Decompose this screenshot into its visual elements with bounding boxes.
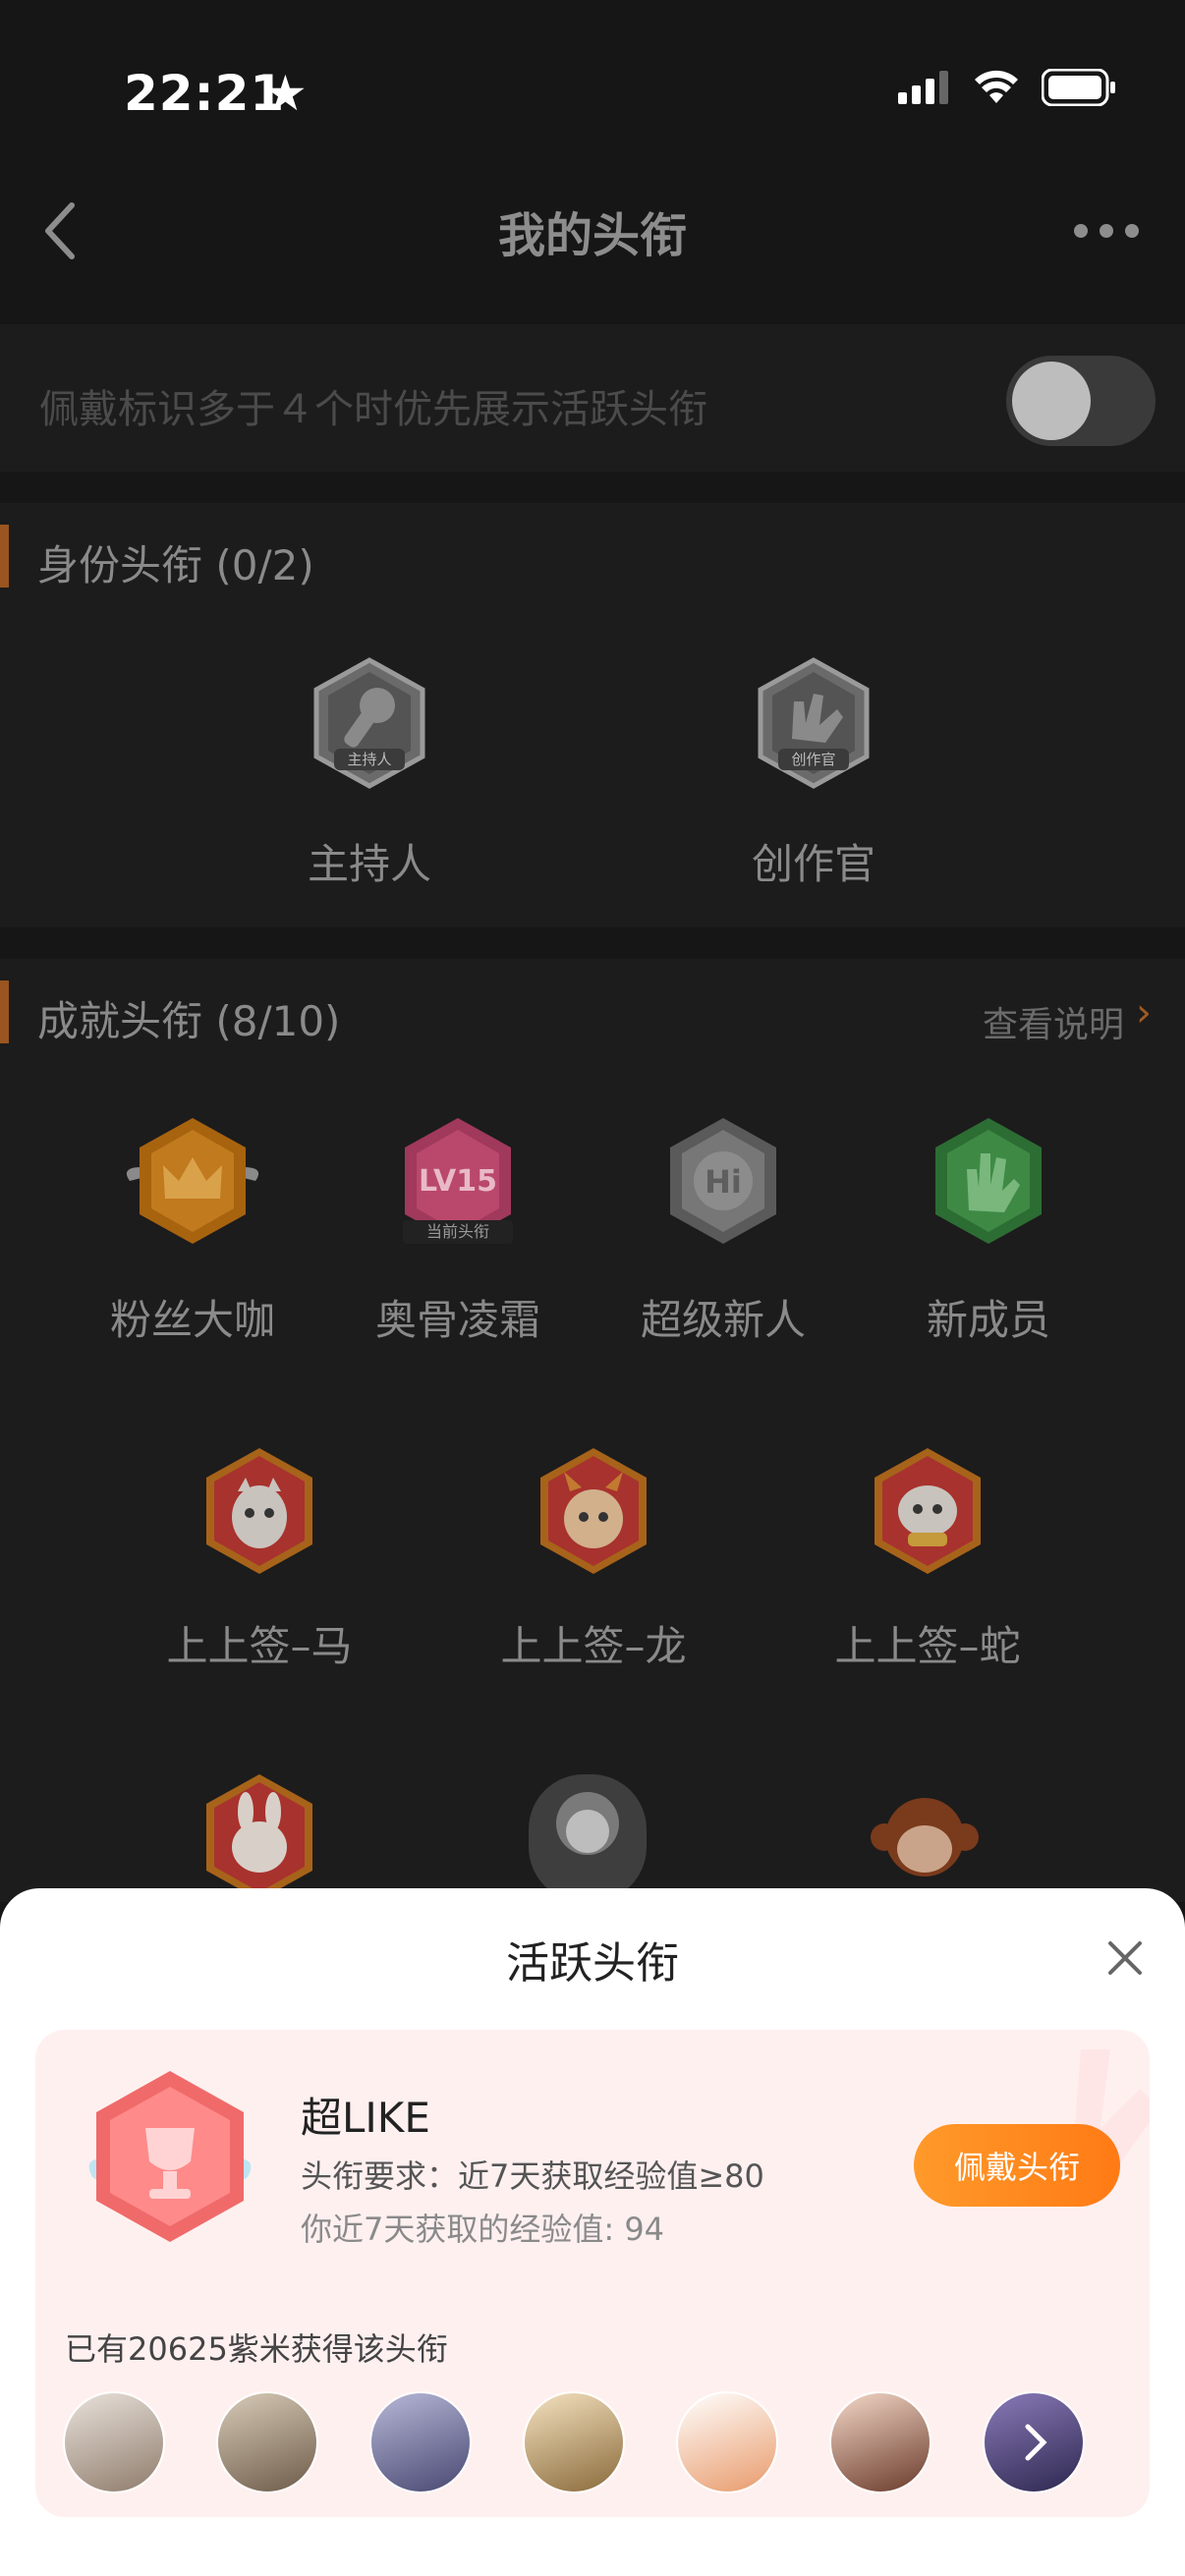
chevron-right-icon: ›	[1136, 990, 1152, 1036]
badge-host[interactable]: 主持人	[301, 654, 438, 796]
microphone-icon: 主持人	[313, 657, 425, 789]
owners-count: 已有20625紫米获得该头衔	[65, 2330, 448, 2368]
badge-lucky-snake[interactable]	[859, 1442, 996, 1584]
close-button[interactable]	[1100, 1933, 1150, 1983]
avatar[interactable]	[369, 2391, 472, 2493]
lv15-icon: LV15 当前头衔	[403, 1118, 513, 1244]
identity-section-title: 身份头衔 (0/2)	[37, 541, 314, 589]
cellular-signal-icon	[898, 71, 948, 104]
status-icons	[898, 69, 1116, 106]
badge-label: 奥骨凌霜	[374, 1296, 540, 1344]
badge-super-newcomer[interactable]: Hi	[654, 1112, 792, 1254]
achievement-section-title: 成就头衔 (8/10)	[37, 997, 341, 1045]
badge-label: 粉丝大咖	[109, 1296, 275, 1344]
status-time: 22:21	[124, 65, 286, 122]
achievement-section	[0, 959, 1185, 1902]
crown-icon	[126, 1118, 259, 1244]
title-requirement: 头衔要求：近7天获取经验值≥80	[301, 2157, 764, 2195]
badge-label: 上上签–蛇	[834, 1622, 1021, 1670]
badge-current-title[interactable]: LV15 当前头衔	[389, 1112, 527, 1254]
avatar[interactable]	[216, 2391, 318, 2493]
more-options-button[interactable]	[1067, 216, 1146, 246]
badge-label: 创作官	[751, 840, 875, 888]
title-name: 超LIKE	[301, 2094, 430, 2142]
hi-icon: Hi	[670, 1118, 776, 1244]
badge-creator[interactable]: 创作官	[745, 654, 882, 796]
page-title: 我的头衔	[497, 208, 687, 263]
avatar[interactable]	[983, 2391, 1085, 2493]
dragon-icon	[540, 1448, 647, 1574]
badge-new-member[interactable]	[920, 1112, 1057, 1254]
avatar[interactable]	[829, 2391, 931, 2493]
toggle-knob	[1012, 362, 1091, 440]
badge-label: 新成员	[926, 1296, 1050, 1344]
wear-title-button[interactable]: 佩戴头衔	[914, 2124, 1120, 2207]
super-like-badge	[77, 2063, 263, 2264]
badge-label: 上上签–龙	[500, 1622, 687, 1670]
user-experience: 你近7天获取的经验值: 94	[301, 2211, 665, 2248]
snake-icon	[875, 1448, 981, 1574]
badge-portrait[interactable]	[519, 1764, 656, 1906]
badge-label: 超级新人	[640, 1296, 806, 1344]
badge-label: 主持人	[307, 840, 431, 888]
badge-lucky-horse[interactable]	[191, 1442, 328, 1584]
hand-icon	[935, 1118, 1042, 1244]
svg-text:主持人: 主持人	[347, 751, 391, 768]
trophy-icon	[88, 2071, 252, 2242]
section-accent-bar	[0, 525, 9, 588]
avatar[interactable]	[63, 2391, 165, 2493]
badge-fan-star[interactable]	[124, 1112, 261, 1254]
sheet-title: 活跃头衔	[506, 1938, 679, 1988]
horse-icon	[206, 1448, 312, 1574]
monkey-icon	[871, 1798, 979, 1876]
wifi-icon	[975, 70, 1018, 103]
section-accent-bar	[0, 980, 9, 1043]
svg-text:Hi: Hi	[705, 1163, 742, 1201]
svg-text:创作官: 创作官	[791, 751, 835, 768]
avatar[interactable]	[676, 2391, 778, 2493]
hand-icon: 创作官	[758, 657, 870, 789]
chevron-right-icon	[1025, 2424, 1047, 2461]
badge-monkey[interactable]	[851, 1778, 998, 1900]
star-icon: ★	[263, 65, 308, 122]
portrait-icon	[529, 1774, 647, 1902]
avatar[interactable]	[523, 2391, 625, 2493]
svg-text:当前头衔: 当前头衔	[426, 1222, 489, 1241]
battery-icon	[1042, 69, 1115, 106]
rabbit-icon	[206, 1774, 312, 1900]
badge-label: 上上签–马	[166, 1622, 353, 1670]
close-icon	[1108, 1941, 1142, 1975]
view-description-link[interactable]: 查看说明	[983, 996, 1124, 1047]
svg-text:LV15: LV15	[419, 1164, 497, 1199]
setting-label: 佩戴标识多于４个时优先展示活跃头衔	[39, 387, 707, 432]
badge-lucky-dragon[interactable]	[525, 1442, 662, 1584]
